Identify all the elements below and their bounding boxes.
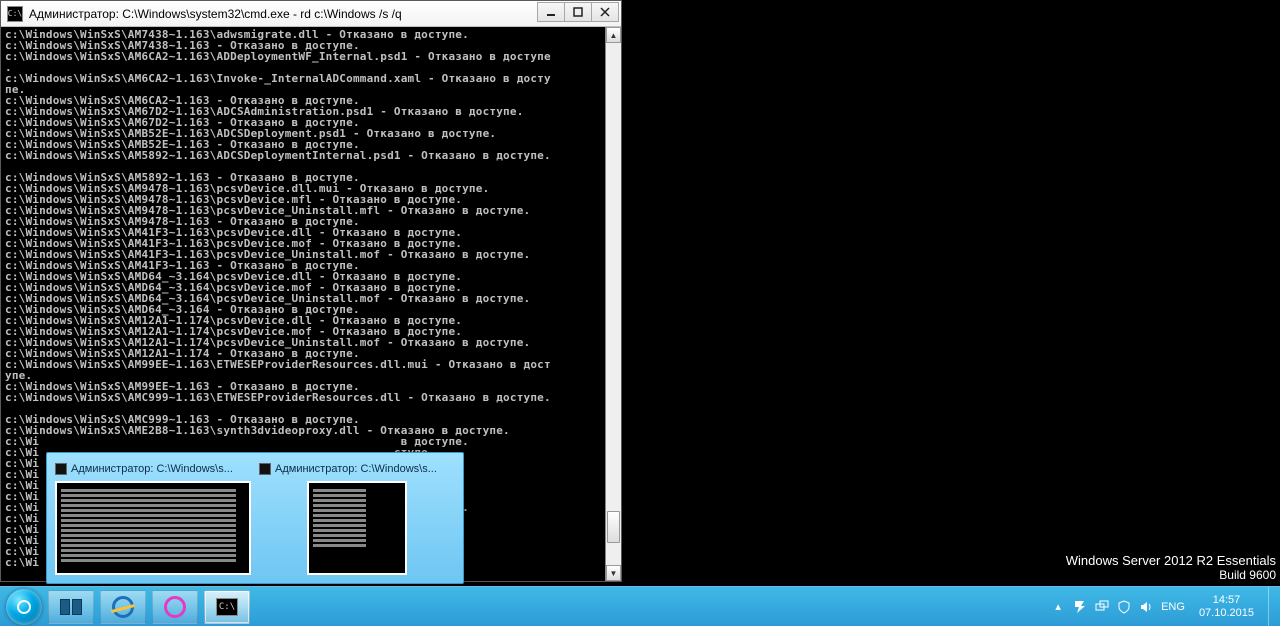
desktop-watermark: Windows Server 2012 R2 Essentials Build … [1066,553,1276,582]
preview-window-2[interactable]: Администратор: C:\Windows\s... [259,461,455,575]
show-desktop-button[interactable] [1268,587,1276,626]
system-tray: ▴ ENG 14:57 07.10.2015 [1047,587,1280,626]
scroll-track[interactable] [606,43,621,565]
maximize-button[interactable] [564,2,592,22]
shield-icon[interactable] [1117,600,1131,614]
window-title: Администратор: C:\Windows\system32\cmd.e… [29,7,537,21]
dashboard-icon [164,596,186,618]
tray-chevron-icon[interactable]: ▴ [1051,600,1065,614]
clock[interactable]: 14:57 07.10.2015 [1193,594,1260,620]
action-center-icon[interactable] [1073,600,1087,614]
titlebar[interactable]: C:\ Администратор: C:\Windows\system32\c… [1,1,621,27]
scroll-thumb[interactable] [607,511,620,543]
vertical-scrollbar[interactable]: ▲ ▼ [605,27,621,581]
language-indicator[interactable]: ENG [1161,601,1185,613]
cmd-icon [259,463,271,475]
preview-thumbnail[interactable] [55,481,251,575]
minimize-button[interactable] [537,2,565,22]
preview-title: Администратор: C:\Windows\s... [71,463,233,475]
network-icon[interactable] [1095,600,1109,614]
cmd-icon: C:\ [216,598,238,616]
volume-icon[interactable] [1139,600,1153,614]
clock-date: 07.10.2015 [1199,607,1254,620]
taskbar: C:\ ▴ ENG 14:57 07.10.2015 [0,586,1280,626]
ie-icon [112,596,134,618]
preview-title: Администратор: C:\Windows\s... [275,463,437,475]
taskbar-internet-explorer[interactable] [100,590,146,624]
taskbar-server-manager[interactable] [48,590,94,624]
cmd-icon [55,463,67,475]
clock-time: 14:57 [1213,594,1241,607]
taskbar-preview-popup: Администратор: C:\Windows\s... Администр… [46,452,464,584]
start-button[interactable] [6,589,42,625]
preview-window-1[interactable]: Администратор: C:\Windows\s... [55,461,251,575]
watermark-line1: Windows Server 2012 R2 Essentials [1066,553,1276,568]
taskbar-cmd[interactable]: C:\ [204,590,250,624]
close-button[interactable] [591,2,619,22]
watermark-line2: Build 9600 [1066,568,1276,582]
preview-thumbnail[interactable] [307,481,407,575]
scroll-down-button[interactable]: ▼ [606,565,621,581]
scroll-up-button[interactable]: ▲ [606,27,621,43]
cmd-icon[interactable]: C:\ [7,6,23,22]
server-manager-icon [60,599,82,615]
taskbar-dashboard[interactable] [152,590,198,624]
